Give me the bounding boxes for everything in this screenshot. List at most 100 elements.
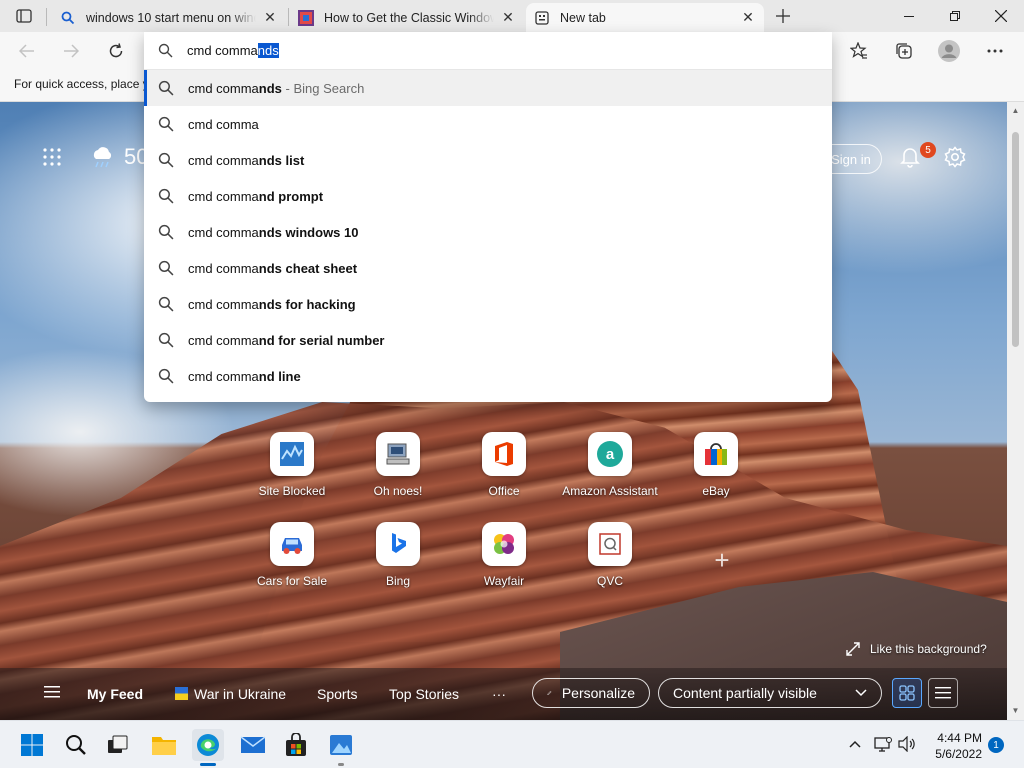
car-icon bbox=[270, 522, 314, 566]
minimize-button[interactable] bbox=[886, 0, 932, 32]
taskbar-clock[interactable]: 4:44 PM 5/6/2022 bbox=[928, 730, 982, 762]
tab-new-tab[interactable]: New tab ✕ bbox=[526, 3, 764, 32]
list-view-button[interactable] bbox=[928, 678, 958, 708]
search-icon bbox=[158, 152, 174, 168]
search-icon bbox=[158, 80, 174, 96]
newtab-icon bbox=[534, 10, 550, 26]
forward-button[interactable] bbox=[56, 37, 86, 65]
quick-link-bing[interactable]: Bing bbox=[346, 522, 450, 588]
feed-tab-war-in-ukraine[interactable]: War in Ukraine bbox=[175, 686, 286, 702]
search-suggestion[interactable]: cmd command prompt bbox=[144, 178, 832, 214]
chart-icon bbox=[270, 432, 314, 476]
clock-date: 5/6/2022 bbox=[935, 747, 982, 761]
site-icon bbox=[298, 9, 314, 26]
svg-text:a: a bbox=[606, 446, 615, 463]
quick-link-ebay[interactable]: eBay bbox=[664, 432, 768, 498]
close-icon[interactable]: ✕ bbox=[262, 9, 278, 26]
edge-taskbar-icon[interactable] bbox=[192, 729, 224, 761]
close-window-button[interactable] bbox=[978, 0, 1024, 32]
suggestion-completion: nds windows 10 bbox=[258, 224, 359, 240]
grid-view-button[interactable] bbox=[892, 678, 922, 708]
close-icon[interactable]: ✕ bbox=[740, 9, 756, 26]
search-icon bbox=[158, 43, 173, 58]
feed-tab-top-stories[interactable]: Top Stories bbox=[389, 686, 459, 702]
list-icon bbox=[935, 687, 951, 699]
scroll-down-icon[interactable]: ▼ bbox=[1011, 706, 1020, 715]
tab-actions-menu-icon[interactable] bbox=[8, 4, 40, 28]
restore-button[interactable] bbox=[932, 0, 978, 32]
like-background-button[interactable]: Like this background? bbox=[846, 642, 987, 656]
new-tab-button[interactable] bbox=[770, 4, 796, 28]
feed-bar: My Feed War in Ukraine Sports Top Storie… bbox=[0, 668, 1007, 720]
favorites-bar-hint: For quick access, place your favorites h… bbox=[14, 77, 146, 91]
search-suggestion[interactable]: cmd command line bbox=[144, 358, 832, 394]
search-icon bbox=[158, 368, 174, 384]
file-explorer-icon[interactable] bbox=[148, 729, 180, 761]
pencil-icon bbox=[547, 690, 552, 696]
search-suggestion[interactable]: cmd commands for hacking bbox=[144, 286, 832, 322]
address-bar-input[interactable]: cmd commands bbox=[144, 32, 832, 70]
apps-grid-icon[interactable] bbox=[43, 148, 61, 169]
autocomplete-selection: nds bbox=[257, 43, 279, 58]
notification-center-badge[interactable]: 1 bbox=[988, 737, 1004, 753]
collections-icon[interactable] bbox=[889, 37, 919, 65]
favorites-star-icon[interactable] bbox=[844, 37, 874, 65]
tab-classic-start-menu[interactable]: How to Get the Classic Windows Start Men… bbox=[290, 3, 524, 32]
network-icon[interactable] bbox=[872, 733, 894, 755]
scroll-up-icon[interactable]: ▲ bbox=[1011, 106, 1020, 115]
start-button[interactable] bbox=[16, 729, 48, 761]
photos-icon[interactable] bbox=[325, 729, 357, 761]
quick-link-amazon-assistant[interactable]: a Amazon Assistant bbox=[558, 432, 662, 498]
search-suggestion[interactable]: cmd commands windows 10 bbox=[144, 214, 832, 250]
page-scrollbar[interactable]: ▲ ▼ bbox=[1007, 102, 1024, 720]
more-menu-icon[interactable] bbox=[980, 37, 1010, 65]
refresh-button[interactable] bbox=[101, 37, 131, 65]
suggestion-typed: cmd comma bbox=[188, 80, 259, 96]
search-icon bbox=[158, 260, 174, 276]
notifications-bell-icon[interactable] bbox=[900, 146, 922, 170]
quick-link-cars-for-sale[interactable]: Cars for Sale bbox=[240, 522, 344, 588]
search-suggestion[interactable]: cmd commands - Bing Search bbox=[144, 70, 832, 106]
search-suggestion[interactable]: cmd commands cheat sheet bbox=[144, 250, 832, 286]
show-hidden-icons-chevron-up-icon[interactable] bbox=[844, 733, 866, 755]
suggestion-completion: nds cheat sheet bbox=[258, 260, 358, 276]
settings-gear-icon[interactable] bbox=[944, 146, 966, 168]
quick-link-site-blocked[interactable]: Site Blocked bbox=[240, 432, 344, 498]
search-suggestion[interactable]: cmd comma bbox=[144, 106, 832, 142]
quick-link-office[interactable]: Office bbox=[452, 432, 556, 498]
profile-avatar-icon[interactable] bbox=[934, 37, 964, 65]
quick-link-wayfair[interactable]: Wayfair bbox=[452, 522, 556, 588]
taskbar: 4:44 PM 5/6/2022 1 bbox=[0, 720, 1024, 768]
taskbar-search-icon[interactable] bbox=[60, 729, 92, 761]
suggestion-typed: cmd comma bbox=[188, 116, 259, 132]
tab-windows-10-start-menu[interactable]: windows 10 start menu on windows 11 ✕ bbox=[52, 3, 286, 32]
suggestion-typed: cmd comma bbox=[188, 224, 259, 240]
feed-more-icon[interactable]: ··· bbox=[492, 686, 506, 702]
mail-icon[interactable] bbox=[237, 729, 269, 761]
scroll-thumb[interactable] bbox=[1012, 132, 1019, 347]
ebay-bag-icon bbox=[694, 432, 738, 476]
suggestion-typed: cmd comma bbox=[188, 368, 259, 384]
quick-link-oh-noes[interactable]: Oh noes! bbox=[346, 432, 450, 498]
store-icon[interactable] bbox=[280, 729, 312, 761]
search-suggestion[interactable]: cmd commands list bbox=[144, 142, 832, 178]
search-icon bbox=[158, 116, 174, 132]
suggestion-typed: cmd comma bbox=[188, 152, 259, 168]
task-view-icon[interactable] bbox=[102, 729, 134, 761]
content-visibility-dropdown[interactable]: Content partially visible bbox=[658, 678, 882, 708]
search-suggestion[interactable]: cmd command for serial number bbox=[144, 322, 832, 358]
personalize-button[interactable]: Personalize bbox=[532, 678, 650, 708]
suggestion-completion: nd prompt bbox=[258, 188, 324, 204]
quick-link-qvc[interactable]: QVC bbox=[558, 522, 662, 588]
back-button[interactable] bbox=[12, 37, 42, 65]
search-icon bbox=[60, 10, 76, 26]
close-icon[interactable]: ✕ bbox=[500, 9, 516, 26]
feed-tab-my-feed[interactable]: My Feed bbox=[87, 686, 143, 702]
weather-widget[interactable]: 50 bbox=[90, 144, 148, 170]
suggestion-typed: cmd comma bbox=[188, 332, 259, 348]
volume-icon[interactable] bbox=[896, 733, 918, 755]
feed-tab-sports[interactable]: Sports bbox=[317, 686, 357, 702]
add-quick-link-button[interactable]: + bbox=[700, 538, 744, 582]
search-icon bbox=[158, 224, 174, 240]
hamburger-menu-icon[interactable] bbox=[44, 685, 62, 699]
